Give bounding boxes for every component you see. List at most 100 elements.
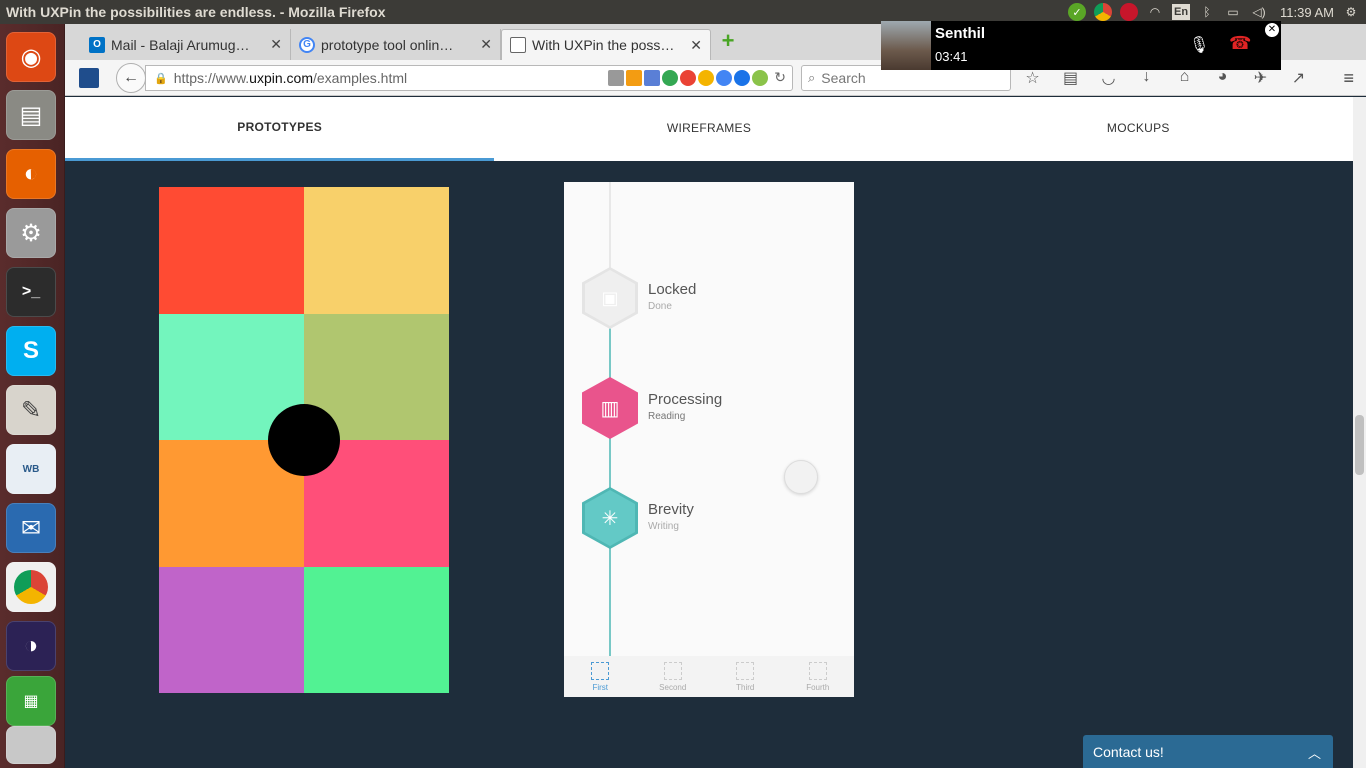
addon-menu-icon[interactable]: ✈ [1250,68,1271,88]
signal-addon-icon[interactable] [644,70,660,86]
tab-google[interactable]: G prototype tool onlin… ✕ [291,29,501,60]
chrome-icon[interactable] [6,562,56,612]
color-grid-prototype[interactable] [159,187,449,693]
tab-mockups[interactable]: MOCKUPS [924,97,1353,161]
timeline-prototype: ▣ Locked Done ▥ Processing Reading ✳ Bre… [564,182,854,697]
new-tab-plus-icon[interactable]: + [719,30,737,52]
globe-addon-icon[interactable] [734,70,750,86]
tool-icon[interactable]: ↗ [1288,68,1309,88]
firefox-icon[interactable]: ◐ [6,149,56,199]
download-icon[interactable]: ↓ [1136,68,1157,88]
eclipse-icon[interactable]: ◑ [6,621,56,671]
tab-label: prototype tool onlin… [321,36,454,53]
addon-icons [608,70,768,86]
reader-view-icon[interactable] [608,70,624,86]
page-scrollbar[interactable] [1353,97,1366,768]
settings-gear-icon[interactable]: ⚙ [1342,4,1360,20]
nav-third[interactable]: Third [709,656,782,697]
draggable-circle[interactable] [268,404,340,476]
google-icon: G [299,36,315,53]
sync-check-icon[interactable]: ✓ [1068,3,1087,21]
microphone-icon[interactable]: 🎙 [1189,35,1209,55]
back-button[interactable]: ← [116,63,146,93]
chevron-up-icon: ︿ [1307,746,1321,761]
blank-page-icon [510,37,526,53]
url-bar[interactable]: 🔒 https://www. uxpin.com/examples.html ↻ [145,65,793,91]
hang-up-icon[interactable]: ☎ [1229,33,1251,54]
bookmark-star-icon[interactable]: ☆ [1022,68,1043,88]
chart-addon-icon[interactable] [626,70,642,86]
url-path: /examples.html [312,70,408,86]
lock-icon[interactable]: ▣ [582,267,638,329]
outlook-icon: O [89,36,105,53]
tab-mail[interactable]: O Mail - Balaji Arumug… ✕ [81,29,291,60]
text-editor-icon[interactable]: ✎ [6,385,56,435]
thunderbird-icon[interactable]: ✉ [6,503,56,553]
reading-list-icon[interactable]: ▤ [1060,68,1081,88]
blocked-tray-icon[interactable] [1120,3,1139,21]
nav-first[interactable]: First [564,656,637,697]
lock-icon: 🔒 [154,72,168,85]
files-icon[interactable]: ▤ [6,90,56,140]
chat-icon[interactable]: ◕ [1212,68,1233,88]
nav-box-icon [736,661,755,680]
reload-icon[interactable]: ↻ [774,69,786,86]
timeline-line-top [609,182,611,277]
grid-cell[interactable] [304,567,449,693]
book-icon[interactable]: ▥ [582,377,638,439]
yellow-addon-icon[interactable] [698,70,714,86]
nav-box-icon [663,661,682,680]
timeline-item-subtitle: Reading [648,411,686,422]
nav-label: Second [659,682,687,692]
avatar [881,21,931,70]
g-addon-icon[interactable] [662,70,678,86]
timeline-item-title: Brevity [648,501,694,518]
terminal-icon[interactable]: >_ [6,267,56,317]
ubuntu-dash-icon[interactable]: ◉ [6,32,56,82]
sparkle-icon[interactable]: ✳ [582,487,638,549]
timeline-item-subtitle: Writing [648,521,679,532]
green-addon-icon[interactable] [752,70,768,86]
nav-box-icon [591,661,610,680]
skype-icon[interactable]: S [6,326,56,376]
toolbar-icons: ☆ ▤ ◡ ↓ ⌂ ◕ ✈ ↗ [1022,68,1309,88]
volume-icon[interactable]: ◁) [1250,4,1268,20]
trash-icon[interactable] [6,726,56,764]
grid-cell[interactable] [159,567,304,693]
menu-hamburger-icon[interactable]: ≡ [1343,68,1354,89]
unity-launcher: ◉ ▤ ◐ ⚙ >_ S ✎ WB ✉ ◑ ▦ [0,24,65,768]
blue-addon-icon[interactable] [716,70,732,86]
grid-cell[interactable] [304,187,449,314]
timeline-item-subtitle: Done [648,301,672,312]
chrome-tray-icon[interactable] [1094,3,1113,21]
caller-name: Senthil [935,25,986,42]
red-addon-icon[interactable] [680,70,696,86]
nav-fourth[interactable]: Fourth [782,656,855,697]
tab-uxpin[interactable]: With UXPin the poss… ✕ [501,29,711,60]
call-notification: Senthil 03:41 🎙 ☎ ✕ [881,21,1281,70]
nav-second[interactable]: Second [637,656,710,697]
close-tab-icon[interactable]: ✕ [480,36,492,53]
tab-wireframes[interactable]: WIREFRAMES [494,97,923,161]
battery-icon[interactable]: ▭ [1224,4,1242,20]
tab-prototypes[interactable]: PROTOTYPES [65,97,495,161]
pocket-icon[interactable]: ◡ [1098,68,1119,88]
contact-us-button[interactable]: Contact us! ︿ [1083,735,1333,768]
close-icon[interactable]: ✕ [1265,23,1279,37]
nav-box-icon [808,661,827,680]
system-settings-icon[interactable]: ⚙ [6,208,56,258]
keyboard-language-indicator[interactable]: En [1172,4,1191,20]
bluetooth-icon[interactable]: ᛒ [1198,4,1216,20]
close-tab-icon[interactable]: ✕ [690,37,702,54]
spreadsheet-icon[interactable]: ▦ [6,676,56,726]
nav-label: Third [736,682,755,692]
mysql-workbench-icon[interactable]: WB [6,444,56,494]
close-tab-icon[interactable]: ✕ [270,36,282,53]
uxpin-favicon-icon[interactable] [79,68,99,88]
home-icon[interactable]: ⌂ [1174,68,1195,88]
grid-cell[interactable] [159,187,304,314]
clock[interactable]: 11:39 AM [1280,5,1334,20]
nav-label: Fourth [806,682,830,692]
wifi-icon[interactable]: ◠ [1146,4,1164,20]
scrollbar-thumb[interactable] [1355,415,1364,475]
